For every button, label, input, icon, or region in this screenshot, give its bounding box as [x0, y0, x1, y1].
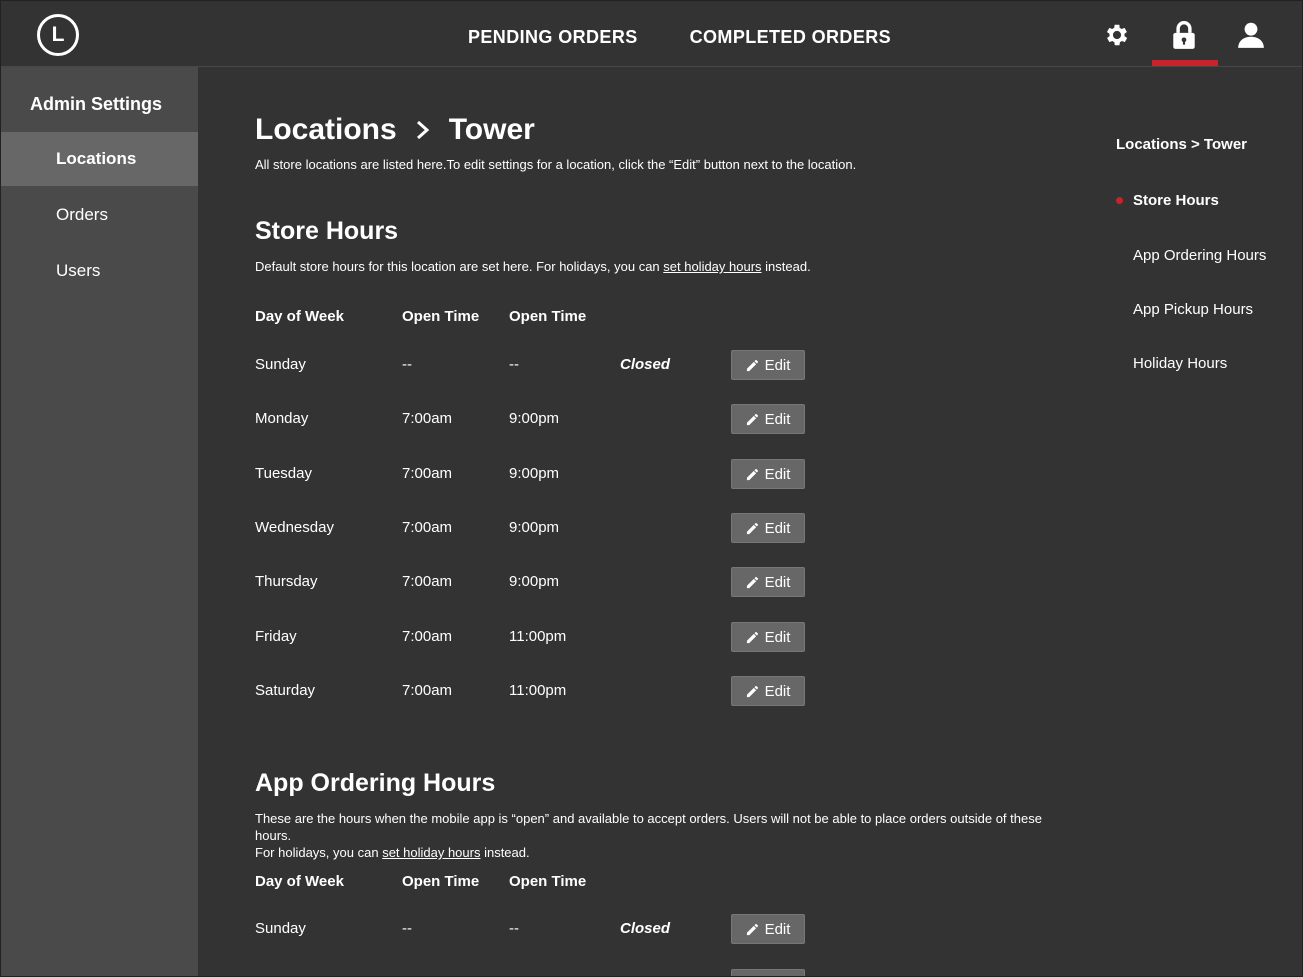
edit-label: Edit — [764, 573, 791, 591]
sidebar-item-users[interactable]: Users — [1, 244, 198, 298]
col-open-time-2: Open Time — [402, 873, 480, 890]
day-cell: Thursday — [255, 573, 318, 590]
toc-store-hours[interactable]: Store Hours — [1133, 192, 1219, 209]
edit-button[interactable]: Edit — [731, 914, 805, 944]
close-time-cell: 9:00pm — [509, 573, 560, 590]
edit-label: Edit — [764, 465, 791, 483]
active-tab-indicator — [1152, 60, 1218, 66]
edit-button[interactable]: Edit — [731, 513, 805, 543]
toc-app-ordering-hours[interactable]: App Ordering Hours — [1133, 247, 1266, 264]
store-hours-desc-text: Default store hours for this location ar… — [255, 259, 664, 274]
edit-label: Edit — [764, 519, 791, 537]
day-cell: Sunday — [255, 356, 306, 373]
top-header: L PENDING ORDERS COMPLETED ORDERS — [1, 1, 1302, 67]
day-cell: Monday — [255, 410, 309, 427]
edit-button[interactable]: Edit — [731, 404, 805, 434]
edit-label: Edit — [764, 628, 791, 646]
pencil-icon — [746, 631, 759, 644]
app-ordering-hours-desc: These are the hours when the mobile app … — [255, 810, 1065, 861]
edit-button[interactable]: Edit — [731, 622, 805, 652]
nav-pending-orders[interactable]: PENDING ORDERS — [468, 27, 638, 48]
pencil-icon — [746, 685, 759, 698]
edit-label: Edit — [764, 682, 791, 700]
edit-button[interactable]: Edit — [731, 459, 805, 489]
col-open-time: Open Time — [402, 308, 480, 325]
edit-button[interactable]: Edit — [731, 350, 805, 380]
col-day-of-week: Day of Week — [255, 308, 344, 325]
col-close-time-2: Open Time — [509, 873, 587, 890]
col-day-of-week-2: Day of Week — [255, 873, 344, 890]
app-ordering-desc-line1: These are the hours when the mobile app … — [255, 811, 1042, 843]
edit-button[interactable]: Edit — [731, 567, 805, 597]
store-hours-desc-end: instead. — [761, 259, 811, 274]
sidebar-item-orders[interactable]: Orders — [1, 188, 198, 242]
closed-status: Closed — [620, 920, 671, 937]
nav-completed-orders[interactable]: COMPLETED ORDERS — [690, 27, 891, 48]
app-frame: L PENDING ORDERS COMPLETED ORDERS Admin … — [0, 0, 1303, 977]
edit-button-partial[interactable] — [731, 969, 805, 976]
edit-label: Edit — [764, 920, 791, 938]
chevron-right-icon — [415, 120, 431, 140]
pencil-icon — [746, 522, 759, 535]
close-time-cell: 11:00pm — [509, 628, 567, 645]
pencil-icon — [746, 413, 759, 426]
pencil-icon — [746, 576, 759, 589]
open-time-cell: 7:00am — [402, 410, 453, 427]
close-time-cell: -- — [509, 356, 519, 373]
day-cell: Friday — [255, 628, 297, 645]
page-intro: All store locations are listed here.To e… — [255, 157, 857, 172]
day-cell: Wednesday — [255, 519, 334, 536]
day-cell: Tuesday — [255, 465, 312, 482]
store-hours-desc: Default store hours for this location ar… — [255, 258, 1065, 275]
user-icon[interactable] — [1233, 17, 1269, 53]
edit-label: Edit — [764, 410, 791, 428]
app-ordering-hours-title: App Ordering Hours — [255, 769, 496, 797]
close-time-cell: 9:00pm — [509, 519, 560, 536]
logo-letter: L — [51, 23, 65, 46]
breadcrumb-locations[interactable]: Locations — [255, 113, 397, 147]
sidebar-title: Admin Settings — [30, 94, 163, 114]
toc-app-pickup-hours[interactable]: App Pickup Hours — [1133, 301, 1253, 318]
close-time-cell: -- — [509, 920, 519, 937]
col-close-time: Open Time — [509, 308, 587, 325]
set-holiday-hours-link-2[interactable]: set holiday hours — [382, 845, 480, 860]
open-time-cell: 7:00am — [402, 573, 453, 590]
close-time-cell: 9:00pm — [509, 410, 560, 427]
edit-label: Edit — [764, 356, 791, 374]
app-ordering-desc-end: instead. — [480, 845, 530, 860]
edit-button[interactable]: Edit — [731, 676, 805, 706]
set-holiday-hours-link[interactable]: set holiday hours — [663, 259, 761, 274]
pencil-icon — [746, 468, 759, 481]
toc-heading: Locations > Tower — [1116, 136, 1247, 153]
toc-active-dot — [1116, 197, 1123, 204]
app-ordering-desc-text: For holidays, you can — [255, 845, 383, 860]
open-time-cell: 7:00am — [402, 682, 453, 699]
gear-icon[interactable] — [1099, 17, 1135, 53]
logo[interactable]: L — [37, 14, 79, 56]
breadcrumb: Locations Tower — [255, 113, 535, 147]
close-time-cell: 9:00pm — [509, 465, 560, 482]
open-time-cell: 7:00am — [402, 628, 453, 645]
breadcrumb-tower: Tower — [448, 113, 535, 146]
open-time-cell: 7:00am — [402, 519, 453, 536]
open-time-cell: 7:00am — [402, 465, 453, 482]
closed-status: Closed — [620, 356, 671, 373]
pencil-icon — [746, 359, 759, 372]
lock-icon[interactable] — [1166, 17, 1202, 53]
sidebar: Admin Settings Locations Orders Users — [1, 67, 198, 976]
store-hours-title: Store Hours — [255, 217, 399, 245]
close-time-cell: 11:00pm — [509, 682, 567, 699]
pencil-icon — [746, 923, 759, 936]
open-time-cell: -- — [402, 920, 412, 937]
open-time-cell: -- — [402, 356, 412, 373]
day-cell: Sunday — [255, 920, 306, 937]
top-nav: PENDING ORDERS COMPLETED ORDERS — [468, 27, 891, 48]
toc-holiday-hours[interactable]: Holiday Hours — [1133, 355, 1227, 372]
sidebar-item-locations[interactable]: Locations — [1, 132, 198, 186]
day-cell: Saturday — [255, 682, 316, 699]
